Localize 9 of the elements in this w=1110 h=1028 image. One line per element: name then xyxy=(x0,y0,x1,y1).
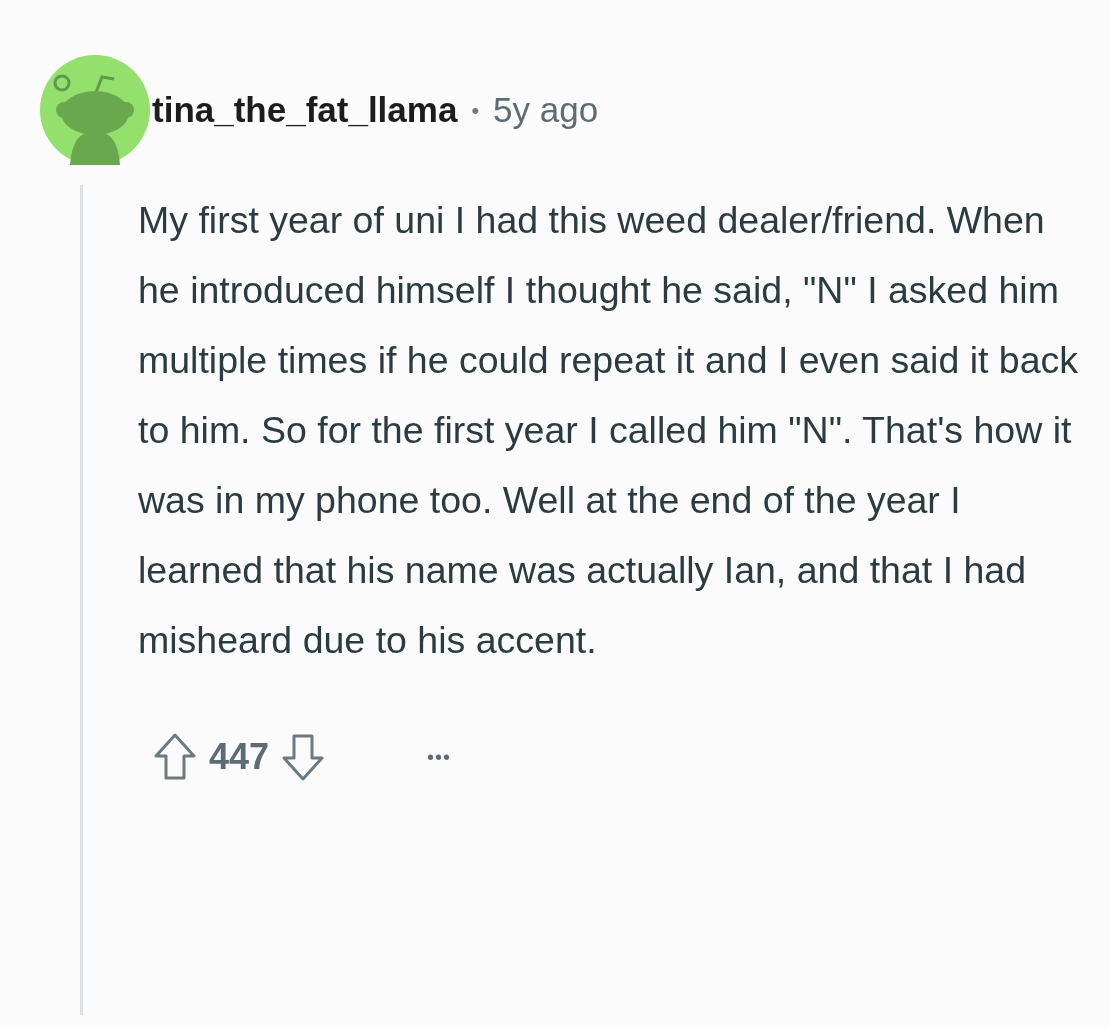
more-options-button[interactable]: ••• xyxy=(427,742,452,772)
username[interactable]: tina_the_fat_llama xyxy=(152,83,458,137)
upvote-icon[interactable] xyxy=(153,732,197,782)
vote-count: 447 xyxy=(209,735,270,779)
separator-dot: • xyxy=(471,96,480,125)
avatar-icon[interactable] xyxy=(40,55,150,165)
downvote-icon[interactable] xyxy=(281,732,326,782)
timestamp: 5y ago xyxy=(493,88,599,131)
comment-text: My first year of uni I had this weed dealer/friend. When he introduced himself I thought he said, "N" I asked him multiple times if he could repeat it and I even said it back to him. So for the first year I called him "N". That's how it was in my phone too. Well at the end of the year I learned that his name was actually Ian, and that I had misheard due to his accent. xyxy=(138,198,1080,663)
